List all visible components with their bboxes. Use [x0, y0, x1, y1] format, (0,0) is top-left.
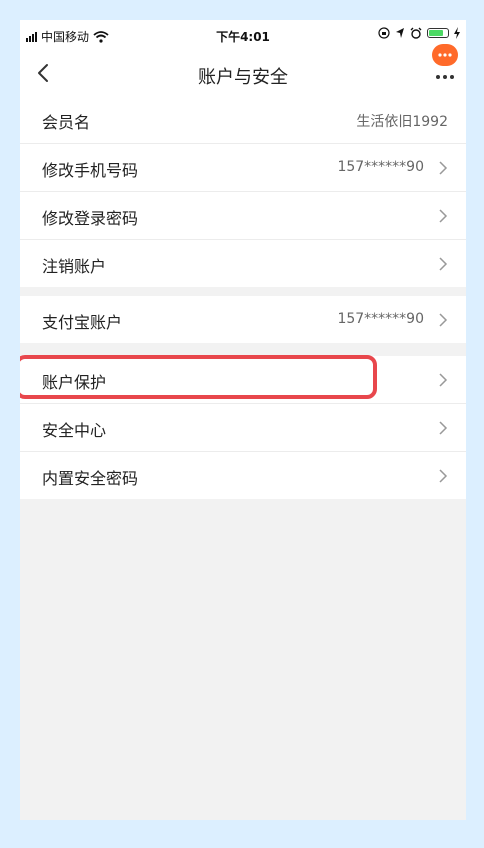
chevron-right-icon — [439, 421, 448, 435]
row-label: 安全中心 — [42, 421, 107, 440]
account-section: 会员名 生活依旧1992 修改手机号码 157******90 修改登录密码 注… — [20, 96, 466, 287]
more-menu-button[interactable] — [430, 44, 460, 84]
list-item-alipay-account[interactable]: 支付宝账户 157******90 — [20, 296, 466, 343]
list-item-member-name[interactable]: 会员名 生活依旧1992 — [20, 96, 466, 144]
alipay-value: 157******90 — [337, 311, 424, 327]
chevron-right-icon — [439, 373, 448, 387]
status-right — [378, 27, 460, 39]
charging-icon — [454, 27, 460, 39]
message-badge-icon — [432, 44, 458, 66]
list-item-change-password[interactable]: 修改登录密码 — [20, 192, 466, 240]
phone-value: 157******90 — [337, 159, 424, 175]
alarm-icon — [410, 27, 422, 39]
highlight-annotation — [20, 355, 377, 399]
status-bar: 中国移动 下午4:01 — [20, 20, 466, 50]
list-item-builtin-password[interactable]: 内置安全密码 — [20, 452, 466, 499]
page-title: 账户与安全 — [198, 67, 288, 88]
row-label: 会员名 — [42, 113, 91, 132]
row-label: 注销账户 — [42, 257, 107, 276]
list-item-security-center[interactable]: 安全中心 — [20, 404, 466, 452]
list-item-cancel-account[interactable]: 注销账户 — [20, 240, 466, 287]
chevron-right-icon — [439, 161, 448, 175]
battery-icon — [427, 28, 449, 38]
navigation-bar: 账户与安全 — [20, 44, 466, 96]
chevron-right-icon — [439, 209, 448, 223]
row-label: 支付宝账户 — [42, 313, 123, 332]
more-dots-icon — [436, 75, 454, 79]
chevron-right-icon — [439, 257, 448, 271]
phone-screen: 中国移动 下午4:01 账户与安全 会员名 生活依旧1992 修改手机号码 15… — [20, 20, 466, 820]
row-label: 内置安全密码 — [42, 469, 139, 488]
location-icon — [396, 28, 404, 38]
row-label: 修改登录密码 — [42, 209, 139, 228]
lock-rotation-icon — [378, 27, 390, 39]
member-name-value: 生活依旧1992 — [356, 114, 448, 130]
row-label: 修改手机号码 — [42, 161, 139, 180]
list-item-change-phone[interactable]: 修改手机号码 157******90 — [20, 144, 466, 192]
chevron-right-icon — [439, 313, 448, 327]
chevron-right-icon — [439, 469, 448, 483]
alipay-section: 支付宝账户 157******90 — [20, 296, 466, 343]
